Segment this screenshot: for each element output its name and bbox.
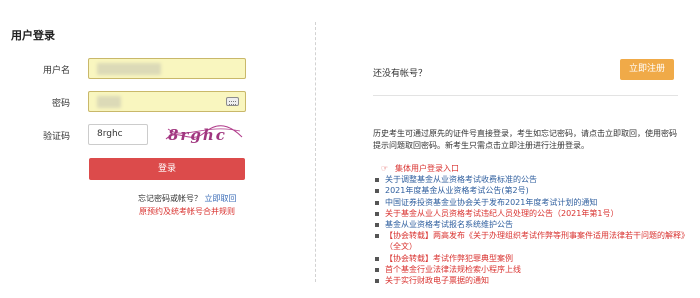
password-redacted-value (97, 96, 121, 108)
pointing-hand-icon: ☞ (381, 164, 389, 173)
square-bullet-icon (375, 256, 379, 261)
password-label: 密码 (51, 99, 70, 109)
square-bullet-icon (375, 200, 379, 205)
news-item[interactable]: 2021年度基金从业资格考试公告(第2号) (373, 185, 693, 196)
news-item-text: 关于调整基金从业资格考试收费标准的公告 (385, 175, 537, 185)
news-item-text: 基金从业资格考试报名系统维护公告 (385, 220, 513, 230)
square-bullet-icon (375, 267, 379, 272)
square-bullet-icon (375, 279, 379, 284)
panel-divider (315, 22, 316, 282)
username-redacted-value (97, 63, 161, 75)
captcha-image[interactable]: 8rghc (164, 121, 244, 147)
news-item[interactable]: 关于基金从业人员资格考试违纪人员处理的公告（2021年第1号） (373, 208, 693, 219)
news-item-text: 关于实行财政电子票据的通知 (385, 276, 489, 286)
merge-rules-link[interactable]: 原预约及统考帐号合并规则 (139, 206, 235, 217)
square-bullet-icon (375, 178, 379, 183)
no-account-text: 还没有帐号？ (373, 69, 428, 79)
news-item[interactable]: 关于调整基金从业资格考试收费标准的公告 (373, 174, 693, 185)
keyboard-icon[interactable] (226, 97, 239, 106)
news-item-text: 2021年度基金从业资格考试公告(第2号) (385, 186, 529, 196)
login-title: 用户登录 (11, 29, 55, 42)
login-notice: 历史考生可通过原先的证件号直接登录，考生如忘记密码，请点击立即取回，使用密码提示… (373, 129, 677, 150)
news-item-text: 【协会转载】两高发布《关于办理组织考试作弊等刑事案件适用法律若干问题的解释》（全… (385, 231, 689, 252)
news-item-text: 【协会转载】考试作弊犯罪典型案例 (385, 253, 513, 263)
news-item[interactable]: 【协会转载】两高发布《关于办理组织考试作弊等刑事案件适用法律若干问题的解释》（全… (373, 230, 693, 252)
news-item-text: 中国证券投资基金业协会关于发布2021年度考试计划的通知 (385, 197, 598, 207)
forgot-text: 忘记密码或帐号？ (138, 194, 202, 203)
news-item[interactable]: 首个基金行业法律法规检索小程序上线 (373, 264, 693, 275)
news-item-text: 关于基金从业人员资格考试违纪人员处理的公告（2021年第1号） (385, 208, 619, 218)
news-item[interactable]: ☞ 集体用户登录入口 (373, 163, 693, 174)
news-item[interactable]: 基金从业资格考试报名系统维护公告 (373, 219, 693, 230)
square-bullet-icon (375, 223, 379, 228)
news-item-text: 集体用户登录入口 (395, 164, 459, 173)
password-input[interactable] (88, 91, 246, 112)
news-item-text: 首个基金行业法律法规检索小程序上线 (385, 264, 521, 274)
captcha-text: 8rghc (168, 126, 227, 144)
news-item[interactable]: 【协会转载】考试作弊犯罪典型案例 (373, 253, 693, 264)
forgot-row: 忘记密码或帐号？ 立即取回 (138, 193, 237, 204)
news-item[interactable]: 关于实行财政电子票据的通知 (373, 275, 693, 286)
captcha-input[interactable]: 8rghc (88, 124, 148, 145)
register-separator (373, 95, 678, 96)
square-bullet-icon (375, 211, 379, 216)
square-bullet-icon (375, 189, 379, 194)
username-label: 用户名 (42, 66, 70, 76)
username-input[interactable] (88, 58, 246, 79)
register-button[interactable]: 立即注册 (620, 59, 674, 80)
retrieve-link[interactable]: 立即取回 (205, 194, 237, 203)
captcha-label: 验证码 (42, 132, 70, 142)
news-item[interactable]: 中国证券投资基金业协会关于发布2021年度考试计划的通知 (373, 197, 693, 208)
login-button[interactable]: 登录 (89, 158, 245, 180)
square-bullet-icon (375, 234, 379, 239)
announcement-list: ☞ 集体用户登录入口 关于调整基金从业资格考试收费标准的公告 2021年度基金从… (373, 163, 693, 286)
